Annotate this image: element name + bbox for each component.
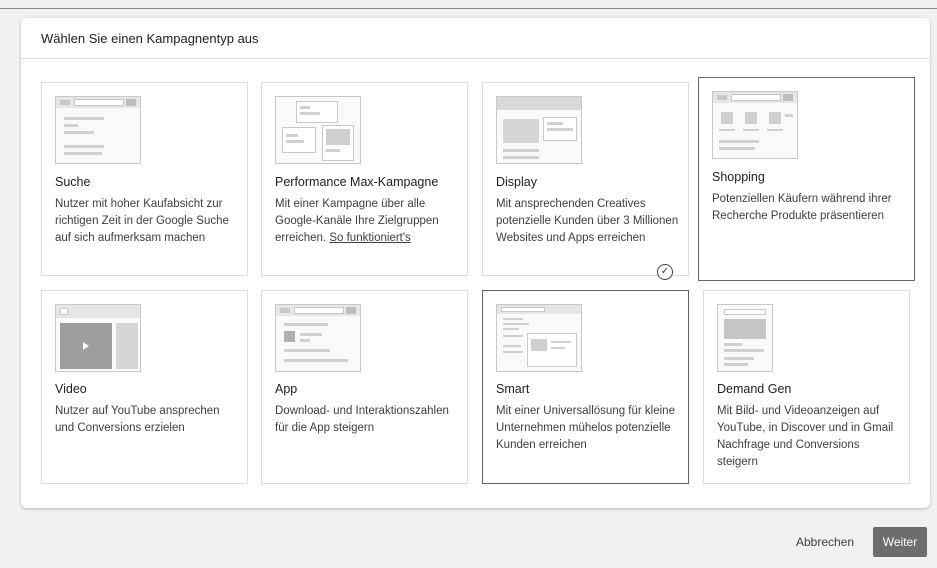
- card-description: Mit Bild- und Videoanzeigen auf YouTube,…: [717, 405, 894, 468]
- card-title: Smart: [496, 382, 530, 396]
- card-video[interactable]: Video Nutzer auf YouTube ansprechen und …: [41, 290, 248, 484]
- next-button[interactable]: Weiter: [873, 527, 927, 557]
- card-performance-max[interactable]: Performance Max-Kampagne Mit einer Kampa…: [261, 82, 468, 276]
- video-thumbnail: [55, 304, 141, 372]
- card-description: Nutzer auf YouTube ansprechen und Conver…: [55, 405, 220, 434]
- panel-title: Wählen Sie einen Kampagnentyp aus: [21, 18, 930, 59]
- card-display[interactable]: Display Mit ansprechenden Creatives pote…: [482, 82, 689, 276]
- card-title: Video: [55, 382, 87, 396]
- demand-gen-thumbnail: [717, 304, 773, 372]
- shopping-thumbnail: [712, 91, 798, 159]
- card-title: Suche: [55, 175, 91, 189]
- play-icon: [83, 342, 89, 350]
- card-description: Mit ansprechenden Creatives potenzielle …: [496, 198, 679, 244]
- card-description: Mit einer Universallösung für kleine Unt…: [496, 405, 675, 451]
- card-title: Shopping: [712, 170, 765, 184]
- card-title: Demand Gen: [717, 382, 792, 396]
- card-description: Mit einer Kampagne über alle Google-Kanä…: [275, 196, 460, 247]
- card-title: Display: [496, 175, 537, 189]
- card-title: Performance Max-Kampagne: [275, 175, 439, 189]
- top-divider: [0, 8, 937, 9]
- performance-max-thumbnail: [275, 96, 361, 164]
- search-thumbnail: [55, 96, 141, 164]
- card-demand-gen[interactable]: Demand Gen Mit Bild- und Videoanzeigen a…: [703, 290, 910, 484]
- check-circle-icon: ✓: [657, 264, 673, 280]
- display-thumbnail: [496, 96, 582, 164]
- app-thumbnail: [275, 304, 361, 372]
- card-smart[interactable]: Smart Mit einer Universallösung für klei…: [482, 290, 689, 484]
- card-description: Nutzer mit hoher Kaufabsicht zur richtig…: [55, 198, 229, 244]
- how-it-works-link[interactable]: So funktioniert's: [329, 232, 410, 244]
- card-shopping[interactable]: Shopping Potenziellen Käufern während ih…: [698, 77, 915, 281]
- card-description: Potenziellen Käufern während ihrer Reche…: [712, 193, 892, 222]
- card-search[interactable]: Suche Nutzer mit hoher Kaufabsicht zur r…: [41, 82, 248, 276]
- smart-thumbnail: [496, 304, 582, 372]
- card-description: Download- und Interaktionszahlen für die…: [275, 405, 449, 434]
- card-app[interactable]: App Download- und Interaktionszahlen für…: [261, 290, 468, 484]
- card-title: App: [275, 382, 298, 396]
- cancel-button[interactable]: Abbrechen: [788, 527, 862, 557]
